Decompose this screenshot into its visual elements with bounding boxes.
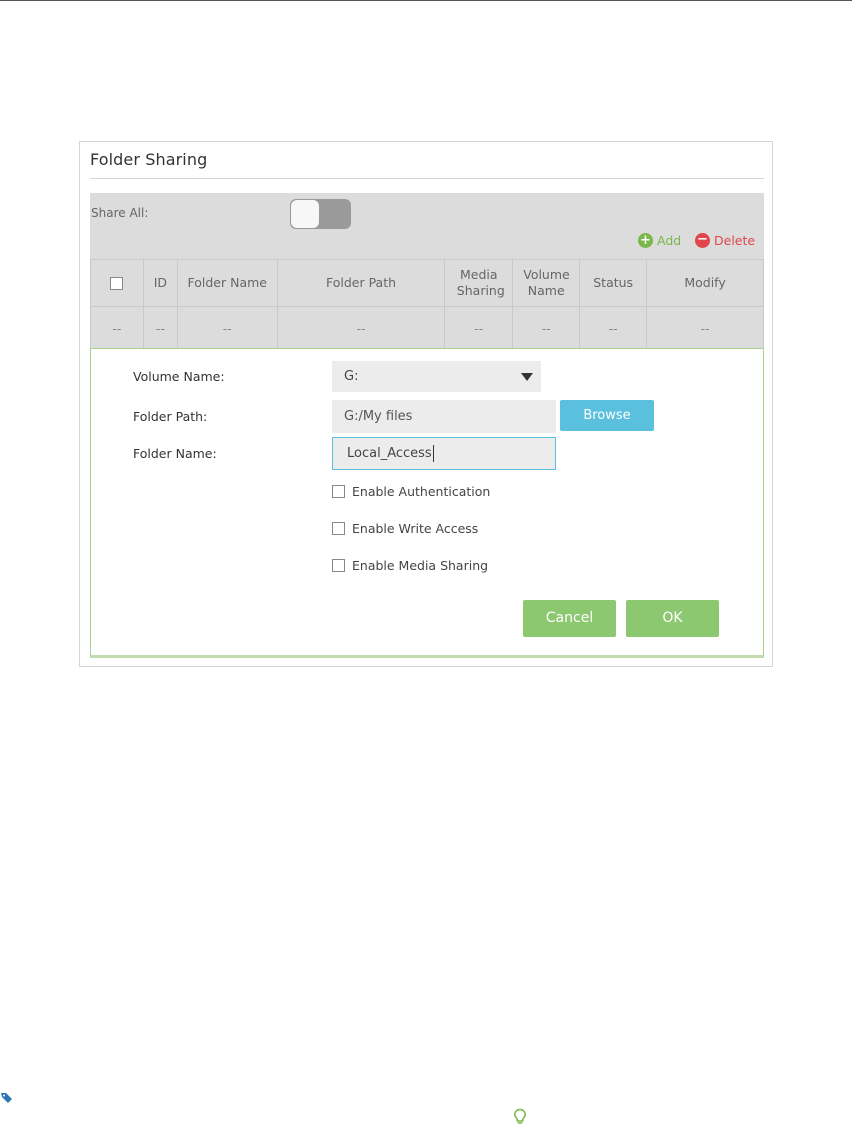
folder-list-area: Share All: + Add − Delete ID Folder Name…: [90, 193, 764, 350]
add-folder-form: Volume Name: G: Folder Path: G:/My files…: [90, 348, 764, 658]
share-all-label: Share All:: [91, 206, 149, 220]
volume-name-select[interactable]: G:: [332, 361, 541, 392]
enable-authentication-option[interactable]: Enable Authentication: [332, 484, 490, 499]
volume-name-value: G:: [344, 369, 359, 384]
table-cell: --: [646, 306, 764, 350]
tag-icon: [1, 1093, 12, 1103]
delete-label: Delete: [714, 233, 756, 248]
title-divider: [90, 178, 764, 179]
delete-button[interactable]: − Delete: [695, 233, 755, 248]
enable-write-access-label: Enable Write Access: [352, 521, 479, 536]
header-media-sharing-text: Media Sharing: [456, 267, 505, 298]
browse-button[interactable]: Browse: [560, 400, 654, 431]
folder-name-value: Local_Access: [347, 446, 432, 461]
table-cell: --: [512, 306, 581, 350]
header-folder-path: Folder Path: [276, 259, 446, 307]
enable-authentication-label: Enable Authentication: [352, 484, 491, 499]
share-all-toggle[interactable]: [290, 199, 351, 229]
folder-name-label: Folder Name:: [133, 446, 217, 461]
select-all-checkbox[interactable]: [110, 277, 124, 290]
folder-table: ID Folder Name Folder Path Media Sharing…: [90, 259, 764, 350]
table-cell: --: [176, 306, 278, 350]
toggle-knob: [291, 200, 319, 228]
add-circle-icon: +: [638, 233, 653, 248]
table-cell: --: [579, 306, 648, 350]
text-caret: [432, 445, 434, 462]
top-rule: [0, 0, 852, 1]
volume-name-label: Volume Name:: [133, 369, 225, 384]
delete-circle-icon: −: [695, 233, 710, 248]
enable-media-sharing-label: Enable Media Sharing: [352, 558, 489, 573]
table-header-row: ID Folder Name Folder Path Media Sharing…: [90, 259, 764, 307]
enable-write-access-checkbox[interactable]: [332, 522, 345, 535]
table-row: -- -- -- -- -- -- -- --: [90, 306, 764, 350]
folder-path-label: Folder Path:: [133, 409, 208, 424]
lightbulb-icon: [514, 1108, 526, 1124]
table-cell: --: [444, 306, 514, 350]
header-volume-name-text: Volume Name: [523, 267, 570, 298]
header-status: Status: [579, 259, 648, 307]
header-media-sharing: Media Sharing: [444, 259, 514, 307]
table-cell: --: [90, 306, 144, 350]
enable-media-sharing-checkbox[interactable]: [332, 559, 345, 572]
header-modify: Modify: [646, 259, 764, 307]
cancel-button[interactable]: Cancel: [523, 600, 616, 637]
folder-name-input[interactable]: Local_Access: [332, 437, 556, 470]
header-id: ID: [142, 259, 178, 307]
add-button[interactable]: + Add: [638, 233, 681, 248]
table-cell: --: [142, 306, 178, 350]
enable-authentication-checkbox[interactable]: [332, 485, 345, 498]
enable-media-sharing-option[interactable]: Enable Media Sharing: [332, 558, 488, 573]
select-all-cell: [90, 259, 144, 307]
table-cell: --: [276, 306, 446, 350]
header-volume-name: Volume Name: [512, 259, 581, 307]
ok-button[interactable]: OK: [626, 600, 719, 637]
folder-sharing-panel: Folder Sharing Share All: + Add − Delete…: [79, 141, 773, 667]
add-label: Add: [657, 233, 682, 248]
panel-title: Folder Sharing: [90, 150, 208, 169]
enable-write-access-option[interactable]: Enable Write Access: [332, 521, 478, 536]
dropdown-arrow-icon: [521, 373, 533, 381]
header-folder-name: Folder Name: [176, 259, 278, 307]
folder-path-field: G:/My files: [332, 400, 556, 433]
